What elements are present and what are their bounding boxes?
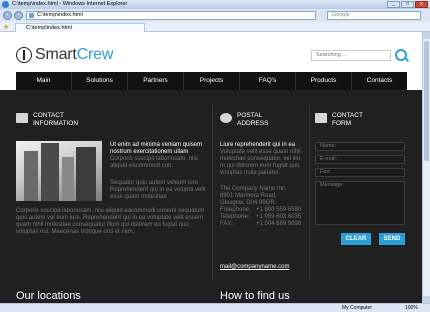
fax-field[interactable]: Fax: bbox=[315, 168, 405, 177]
postal-intro-gray: Voluptate velit esse quam nihil molestia… bbox=[220, 149, 301, 176]
form-title-2: FORM bbox=[332, 119, 352, 127]
maximize-button[interactable]: □ bbox=[401, 1, 414, 8]
nav-item-products[interactable]: Products bbox=[296, 72, 352, 90]
column-divider bbox=[309, 105, 310, 280]
scroll-thumb[interactable] bbox=[424, 41, 429, 161]
phone-value: +1 959 603 6035 bbox=[256, 214, 302, 220]
postal-title-1: POSTAL bbox=[237, 112, 263, 119]
search-icon[interactable] bbox=[395, 49, 407, 61]
contact-info-heading: CONTACT INFORMATION bbox=[16, 112, 78, 127]
contact-info-title-2: INFORMATION bbox=[33, 119, 79, 127]
browser-search-input[interactable]: Google bbox=[327, 11, 421, 20]
address-text: C:\temp\index.html bbox=[37, 12, 83, 18]
name-field[interactable]: Name: bbox=[315, 142, 405, 151]
logo-text-dark: Smart bbox=[35, 46, 77, 63]
contact-intro-white: Ut enim ad minima veniam quisem nostrum … bbox=[110, 142, 203, 155]
email-link[interactable]: mail@companyname.com bbox=[220, 264, 289, 270]
contact-intro-gray: Corporis suscipit laboriosam, nisi aliqu… bbox=[110, 156, 198, 169]
contact-form-heading: CONTACT FORM bbox=[315, 112, 363, 127]
status-bar: My Computer 100% bbox=[0, 303, 430, 312]
clear-button[interactable]: CLEAR bbox=[341, 233, 371, 245]
phone-label: Freephone: bbox=[220, 207, 251, 213]
phone-value: +1 800 559 6580 bbox=[256, 207, 302, 213]
skyscraper-photo bbox=[16, 141, 102, 201]
nav-item-projects[interactable]: Projects bbox=[184, 72, 240, 90]
logo-text-accent: Crew bbox=[76, 46, 114, 63]
tab-current[interactable]: C:\temp\index.html bbox=[15, 23, 145, 32]
zoom-level[interactable]: 100% bbox=[405, 304, 418, 312]
message-field[interactable]: Message: bbox=[315, 181, 405, 225]
minimize-button[interactable]: _ bbox=[387, 1, 400, 8]
nav-item-main[interactable]: Main bbox=[16, 72, 72, 90]
phone-label: Telephone: bbox=[220, 214, 250, 220]
form-title-1: CONTACT bbox=[332, 112, 363, 119]
phone-row: Freephone: +1 800 559 6580 bbox=[220, 207, 306, 214]
favorites-star-icon[interactable]: ★ bbox=[3, 24, 9, 31]
webpage: SmartCrew Searching ... Main Solutions P… bbox=[0, 32, 422, 303]
site-search-input[interactable]: Searching ... bbox=[311, 50, 391, 61]
phone-row: Telephone: +1 959 603 6035 bbox=[220, 214, 306, 221]
postal-intro-white: Liure reprehenderit qui in ea bbox=[220, 142, 296, 148]
content-area: CONTACT INFORMATION Ut enim ad minima ve… bbox=[0, 90, 422, 303]
address-line: 8901 Marmora Road, bbox=[220, 193, 277, 199]
window-title: C:\temp\index.html - Windows Internet Ex… bbox=[12, 1, 128, 7]
contact-para-3: Corporis suscipit laboriosam, nisi aliqu… bbox=[16, 208, 205, 235]
camera-icon bbox=[220, 113, 232, 123]
send-button[interactable]: SEND bbox=[379, 233, 405, 245]
nav-item-partners[interactable]: Partners bbox=[128, 72, 184, 90]
scroll-up-button[interactable] bbox=[423, 32, 430, 39]
envelope-icon bbox=[315, 113, 327, 123]
site-header: SmartCrew Searching ... bbox=[0, 32, 422, 72]
postal-title-2: ADDRESS bbox=[237, 119, 269, 127]
our-locations-heading: Our locations bbox=[16, 290, 81, 302]
contact-info-title-1: CONTACT bbox=[33, 112, 64, 119]
back-button[interactable]: ‹ bbox=[3, 11, 12, 20]
phone-row: FAX: +1 504 889 9898 bbox=[220, 221, 306, 228]
postal-heading: POSTAL ADDRESS bbox=[220, 112, 268, 127]
logo-mark-icon bbox=[16, 47, 32, 63]
postal-details: The Company Name Inc. 8901 Marmora Road,… bbox=[220, 186, 306, 228]
page-icon bbox=[29, 13, 34, 18]
address-line: The Company Name Inc. bbox=[220, 186, 287, 192]
close-button[interactable]: x bbox=[415, 1, 428, 8]
window-titlebar: C:\temp\index.html - Windows Internet Ex… bbox=[0, 0, 430, 9]
main-nav: Main Solutions Partners Projects FAQ's P… bbox=[16, 72, 407, 90]
contact-para-2: Sequatur quis autem veleum iure Reprehen… bbox=[110, 180, 206, 200]
scroll-down-button[interactable] bbox=[423, 296, 430, 303]
security-zone: My Computer bbox=[342, 305, 373, 311]
address-line: Glasgow, D04 89GR. bbox=[220, 200, 277, 206]
site-logo[interactable]: SmartCrew bbox=[16, 44, 113, 66]
tab-row: ★ C:\temp\index.html bbox=[0, 22, 430, 32]
forward-button[interactable]: › bbox=[14, 11, 23, 20]
address-row: ‹ › C:\temp\index.html Google bbox=[0, 9, 430, 22]
nav-item-solutions[interactable]: Solutions bbox=[72, 72, 128, 90]
vertical-scrollbar[interactable] bbox=[422, 32, 430, 303]
column-divider bbox=[212, 105, 213, 280]
how-to-find-heading: How to find us bbox=[220, 290, 290, 302]
ie-logo-icon bbox=[2, 1, 9, 8]
address-bar[interactable]: C:\temp\index.html bbox=[26, 11, 316, 20]
phone-label: FAX: bbox=[220, 221, 234, 227]
monitor-icon bbox=[16, 113, 28, 123]
nav-item-faqs[interactable]: FAQ's bbox=[240, 72, 296, 90]
email-field[interactable]: E-mail: bbox=[315, 155, 405, 164]
phone-value: +1 504 889 9898 bbox=[256, 221, 302, 227]
nav-item-contacts[interactable]: Contacts bbox=[352, 72, 407, 90]
